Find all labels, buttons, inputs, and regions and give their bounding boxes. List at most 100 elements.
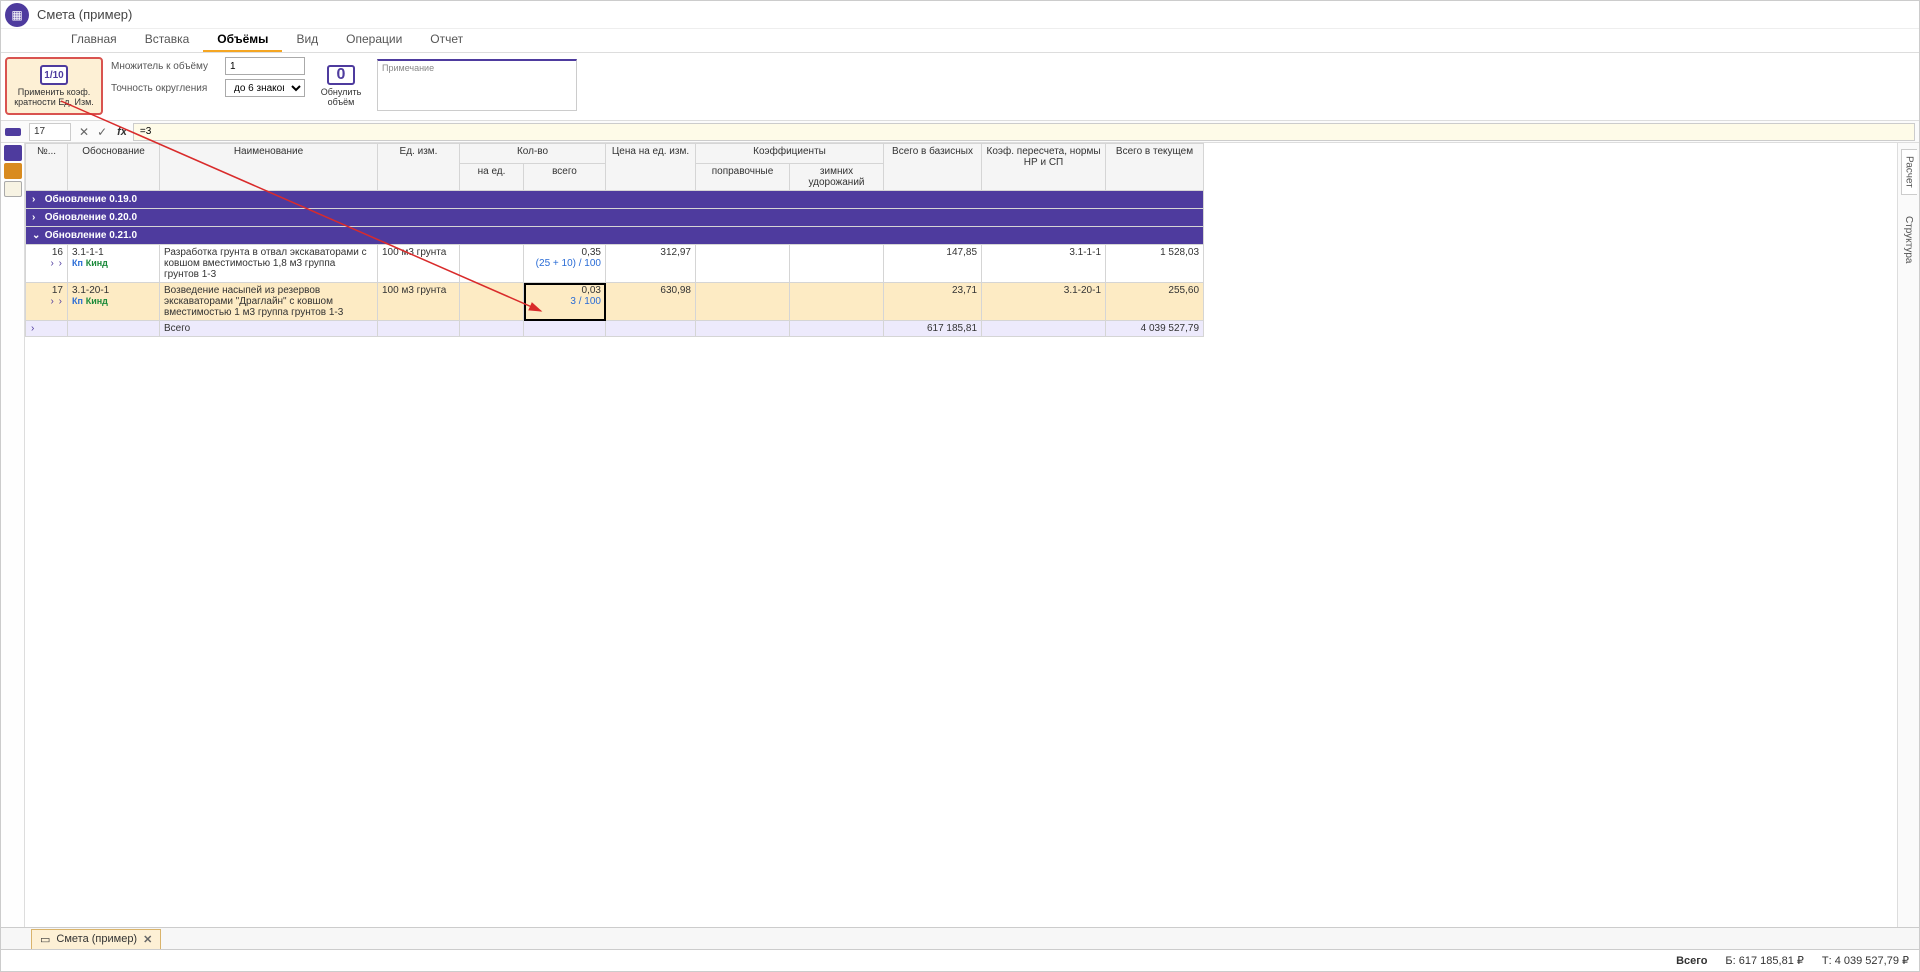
- cell-total-label: Всего: [160, 321, 378, 337]
- work-area: №... Обоснование Наименование Ед. изм. К…: [1, 143, 1919, 927]
- col-total-base[interactable]: Всего в базисных: [884, 144, 982, 191]
- expand-icon[interactable]: ›: [50, 258, 55, 269]
- cell-total-cur: 4 039 527,79: [1106, 321, 1204, 337]
- group-label-1: Обновление 0.19.0: [45, 194, 137, 205]
- zero-volume-button[interactable]: 0 Обнулить объём: [313, 57, 369, 115]
- right-tab-calc[interactable]: Расчет: [1901, 149, 1917, 195]
- group-label-3: Обновление 0.21.0: [45, 230, 137, 241]
- left-tool-2[interactable]: [4, 163, 22, 179]
- app-icon: ▦: [5, 3, 29, 27]
- multiplier-label: Множитель к объёму: [111, 61, 221, 72]
- menu-insert[interactable]: Вставка: [131, 28, 204, 52]
- cell-total-cur: 1 528,03: [1106, 245, 1204, 283]
- group-row-1[interactable]: › Обновление 0.19.0: [26, 191, 1204, 209]
- group-row-3[interactable]: ⌄ Обновление 0.21.0: [26, 227, 1204, 245]
- status-current-value: Т: 4 039 527,79 ₽: [1822, 954, 1909, 967]
- cell-num: 16: [52, 247, 63, 258]
- rounding-label: Точность округления: [111, 83, 221, 94]
- expand-icon[interactable]: ›: [58, 296, 63, 307]
- document-tab[interactable]: ▭ Смета (пример) ✕: [31, 929, 161, 949]
- k-ind-icon: Кинд: [86, 258, 108, 268]
- formula-bar: 17 ✕ ✓ fx: [1, 121, 1919, 143]
- col-coef-corr[interactable]: поправочные: [696, 164, 790, 191]
- fx-icon[interactable]: fx: [111, 126, 133, 138]
- col-recalc[interactable]: Коэф. пересчета, нормы НР и СП: [982, 144, 1106, 191]
- formula-input[interactable]: [133, 123, 1915, 141]
- group-row-2[interactable]: › Обновление 0.20.0: [26, 209, 1204, 227]
- cell-unit: 100 м3 грунта: [378, 245, 460, 283]
- col-qty-total[interactable]: всего: [524, 164, 606, 191]
- cell-qty-formula: 3 / 100: [570, 296, 601, 307]
- zero-label: Обнулить объём: [313, 87, 369, 107]
- cell-reference[interactable]: 17: [29, 123, 71, 141]
- col-qty-group[interactable]: Кол-во: [460, 144, 606, 164]
- menu-operations[interactable]: Операции: [332, 28, 416, 52]
- cell-num: 17: [52, 285, 63, 296]
- note-placeholder: Примечание: [382, 63, 434, 73]
- apply-coef-button[interactable]: 1/10 Применить коэф. кратности Ед. Изм.: [5, 57, 103, 115]
- menu-view[interactable]: Вид: [282, 28, 332, 52]
- k-ind-icon: Кинд: [86, 296, 108, 306]
- cell-name: Возведение насыпей из резервов экскавато…: [160, 283, 378, 321]
- accept-icon[interactable]: ✓: [93, 125, 111, 139]
- cell-basis: 3.1-1-1: [72, 247, 104, 258]
- menu-main[interactable]: Главная: [57, 28, 131, 52]
- col-basis[interactable]: Обоснование: [68, 144, 160, 191]
- left-tool-3[interactable]: [4, 181, 22, 197]
- cell-qty-total: 0,35: [582, 247, 601, 258]
- expand-icon[interactable]: ›: [50, 296, 55, 307]
- window-title: Смета (пример): [37, 7, 132, 22]
- col-name[interactable]: Наименование: [160, 144, 378, 191]
- menu-report[interactable]: Отчет: [416, 28, 477, 52]
- col-num[interactable]: №...: [26, 144, 68, 191]
- right-panel-strip: Расчет Структура: [1897, 143, 1919, 927]
- multiplier-input[interactable]: [225, 57, 305, 75]
- estimate-grid: №... Обоснование Наименование Ед. изм. К…: [25, 143, 1204, 337]
- grid-container[interactable]: №... Обоснование Наименование Ед. изм. К…: [25, 143, 1897, 927]
- cell-total-cur: 255,60: [1106, 283, 1204, 321]
- cell-price: 312,97: [606, 245, 696, 283]
- chevron-down-icon: ⌄: [32, 230, 42, 241]
- close-icon[interactable]: ✕: [143, 933, 152, 946]
- expand-icon[interactable]: ›: [58, 258, 63, 269]
- chevron-right-icon: ›: [32, 194, 42, 205]
- cell-price: 630,98: [606, 283, 696, 321]
- rounding-select[interactable]: до 6 знаков: [225, 79, 305, 97]
- left-tool-1[interactable]: [4, 145, 22, 161]
- table-row[interactable]: 16› › 3.1-1-1Кп Кинд Разработка грунта в…: [26, 245, 1204, 283]
- col-coef-group[interactable]: Коэффициенты: [696, 144, 884, 164]
- cell-name: Разработка грунта в отвал экскаваторами …: [160, 245, 378, 283]
- document-tabs: ▭ Смета (пример) ✕: [1, 927, 1919, 949]
- group-label-2: Обновление 0.20.0: [45, 212, 137, 223]
- cancel-icon[interactable]: ✕: [75, 125, 93, 139]
- status-total-label: Всего: [1676, 955, 1707, 967]
- expand-icon[interactable]: ›: [30, 323, 35, 334]
- k-p-icon: Кп: [72, 296, 83, 306]
- total-row[interactable]: › Всего 617 185,81 4 039 527,79: [26, 321, 1204, 337]
- sheet-icon: ▭: [40, 933, 50, 946]
- document-tab-label: Смета (пример): [56, 933, 137, 945]
- col-price[interactable]: Цена на ед. изм.: [606, 144, 696, 191]
- view-icon-1[interactable]: [5, 128, 21, 136]
- apply-coef-label: Применить коэф. кратности Ед. Изм.: [9, 87, 99, 107]
- table-row[interactable]: 17› › 3.1-20-1Кп Кинд Возведение насыпей…: [26, 283, 1204, 321]
- cell-total-base: 617 185,81: [884, 321, 982, 337]
- ribbon-fields: Множитель к объёму Точность округления д…: [111, 57, 305, 97]
- left-panel-strip: [1, 143, 25, 927]
- status-bar: Всего Б: 617 185,81 ₽ Т: 4 039 527,79 ₽: [1, 949, 1919, 971]
- cell-basis: 3.1-20-1: [72, 285, 109, 296]
- col-unit[interactable]: Ед. изм.: [378, 144, 460, 191]
- cell-unit: 100 м3 грунта: [378, 283, 460, 321]
- note-field[interactable]: Примечание: [377, 59, 577, 111]
- ribbon: 1/10 Применить коэф. кратности Ед. Изм. …: [1, 53, 1919, 121]
- k-p-icon: Кп: [72, 258, 83, 268]
- col-coef-winter[interactable]: зимних удорожаний: [790, 164, 884, 191]
- menu-volumes[interactable]: Объёмы: [203, 28, 282, 52]
- cell-total-base: 147,85: [884, 245, 982, 283]
- col-total-cur[interactable]: Всего в текущем: [1106, 144, 1204, 191]
- menu-bar: Главная Вставка Объёмы Вид Операции Отче…: [1, 29, 1919, 53]
- right-tab-structure[interactable]: Структура: [1900, 209, 1917, 270]
- col-qty-per[interactable]: на ед.: [460, 164, 524, 191]
- cell-total-base: 23,71: [884, 283, 982, 321]
- cell-recalc: 3.1-20-1: [982, 283, 1106, 321]
